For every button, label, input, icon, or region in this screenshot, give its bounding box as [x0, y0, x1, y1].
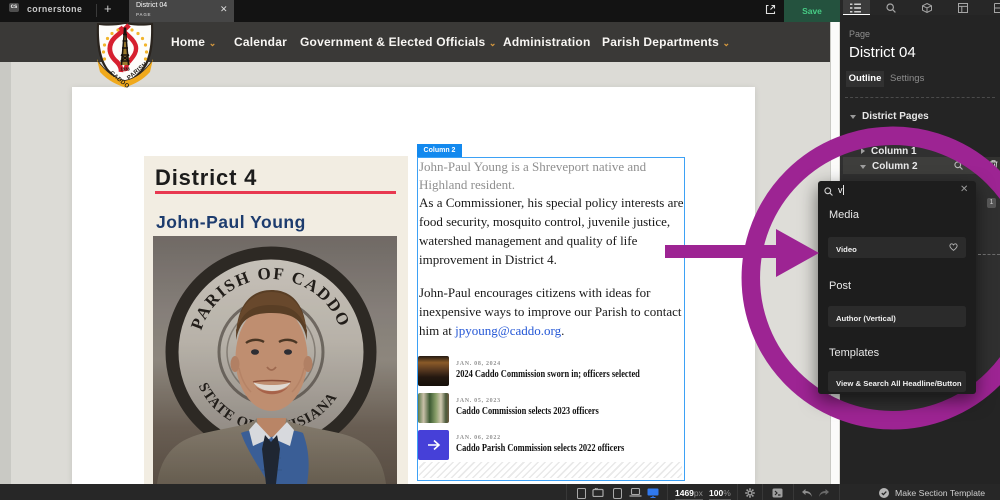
svg-text:1838: 1838 [120, 67, 130, 72]
